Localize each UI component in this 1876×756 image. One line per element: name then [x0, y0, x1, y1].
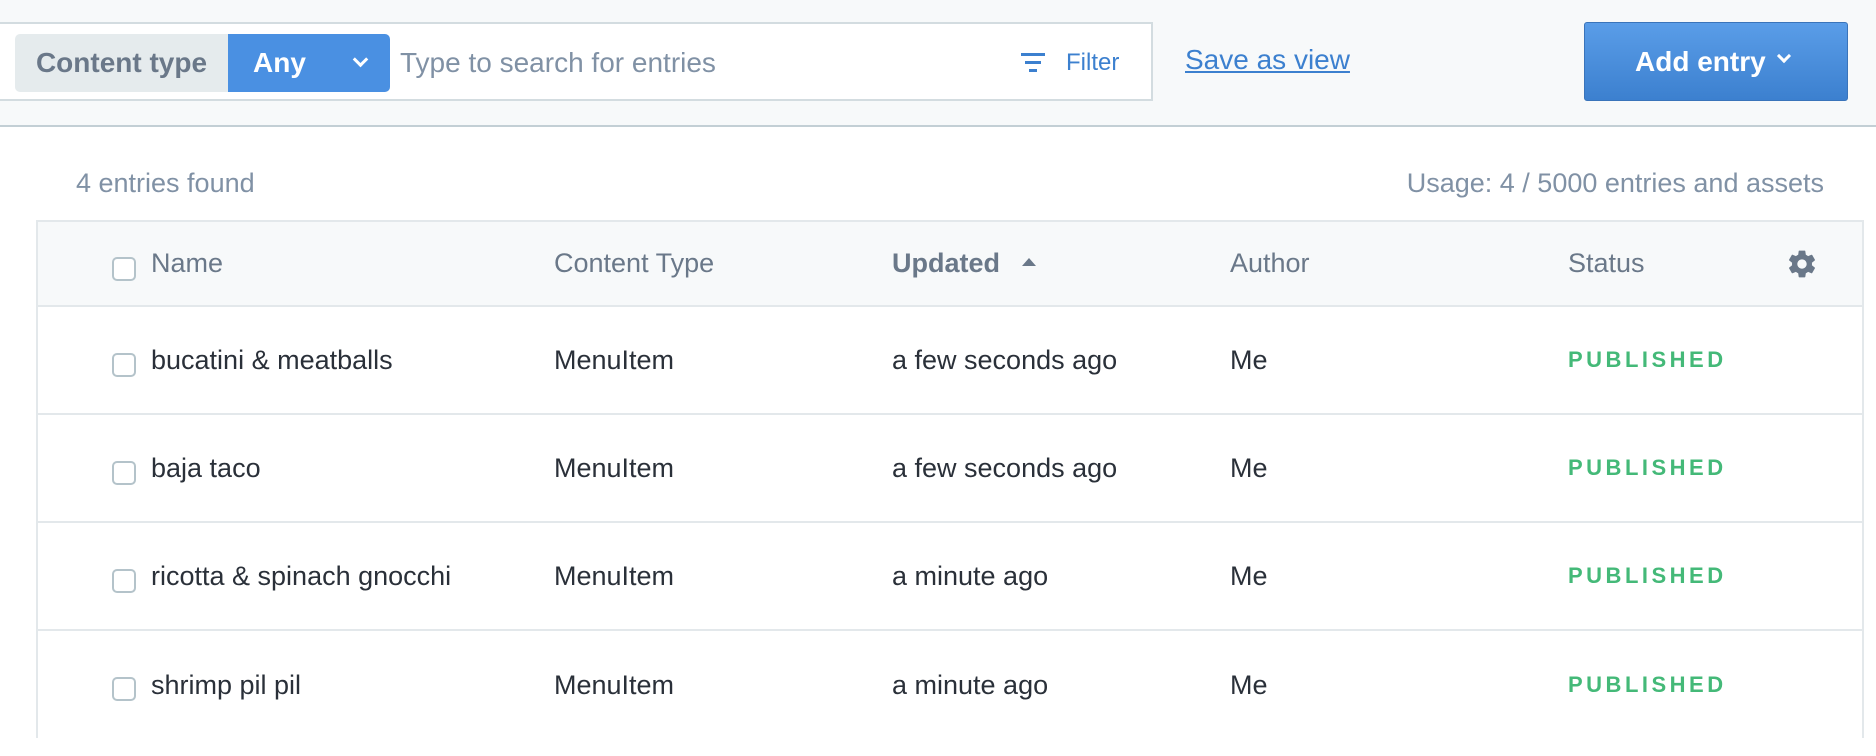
top-toolbar: Content type Any Filter Save as view Add… — [0, 0, 1876, 127]
entry-updated: a minute ago — [892, 560, 1049, 591]
sort-ascending-icon — [1022, 257, 1036, 266]
column-header-status[interactable]: Status — [1568, 222, 1645, 305]
usage-info: Usage: 4 / 5000 entries and assets — [1406, 168, 1824, 198]
save-as-view-link[interactable]: Save as view — [1185, 44, 1350, 76]
entry-content-type: MenuItem — [554, 669, 675, 700]
entry-author: Me — [1230, 452, 1268, 483]
status-badge: PUBLISHED — [1568, 563, 1727, 588]
status-badge: PUBLISHED — [1568, 672, 1727, 697]
column-header-content-type[interactable]: Content Type — [554, 222, 714, 305]
table-row[interactable]: shrimp pil pil MenuItem a minute ago Me … — [38, 631, 1862, 739]
entry-author: Me — [1230, 344, 1268, 375]
entry-name[interactable]: bucatini & meatballs — [151, 307, 393, 413]
table-row[interactable]: baja taco MenuItem a few seconds ago Me … — [38, 415, 1862, 523]
status-badge: PUBLISHED — [1568, 347, 1727, 372]
add-entry-button[interactable]: Add entry — [1584, 22, 1848, 101]
gear-icon[interactable] — [1786, 248, 1818, 280]
column-header-updated-label: Updated — [892, 248, 1000, 278]
status-badge: PUBLISHED — [1568, 455, 1727, 480]
entries-table: Name Content Type Updated Author Status … — [36, 220, 1864, 739]
filter-button[interactable]: Filter — [1020, 42, 1119, 84]
entries-count: 4 entries found — [76, 168, 255, 198]
select-all-checkbox[interactable] — [112, 257, 136, 281]
entry-name[interactable]: shrimp pil pil — [151, 631, 301, 739]
entry-name[interactable]: baja taco — [151, 415, 261, 521]
entry-name[interactable]: ricotta & spinach gnocchi — [151, 523, 451, 629]
table-row[interactable]: ricotta & spinach gnocchi MenuItem a min… — [38, 523, 1862, 631]
entry-author: Me — [1230, 560, 1268, 591]
row-checkbox[interactable] — [112, 677, 136, 701]
chevron-down-icon — [1776, 48, 1792, 64]
table-row[interactable]: bucatini & meatballs MenuItem a few seco… — [38, 307, 1862, 415]
column-header-updated[interactable]: Updated — [892, 222, 1036, 305]
content-type-select[interactable]: Any — [228, 34, 390, 92]
filter-icon — [1020, 52, 1046, 74]
entry-updated: a minute ago — [892, 669, 1049, 700]
filter-label: Filter — [1066, 49, 1120, 76]
add-entry-label: Add entry — [1635, 45, 1766, 77]
column-header-name[interactable]: Name — [151, 222, 223, 305]
search-bar: Content type Any Filter — [0, 22, 1153, 101]
search-input[interactable] — [400, 36, 1000, 90]
entry-updated: a few seconds ago — [892, 452, 1118, 483]
content-type-value: Any — [253, 47, 306, 78]
entry-author: Me — [1230, 669, 1268, 700]
entry-content-type: MenuItem — [554, 344, 675, 375]
chevron-down-icon — [352, 51, 369, 68]
content-type-label: Content type — [15, 34, 228, 92]
entry-content-type: MenuItem — [554, 560, 675, 591]
table-header: Name Content Type Updated Author Status — [38, 222, 1862, 307]
row-checkbox[interactable] — [112, 461, 136, 485]
entry-updated: a few seconds ago — [892, 344, 1118, 375]
row-checkbox[interactable] — [112, 353, 136, 377]
row-checkbox[interactable] — [112, 569, 136, 593]
entry-content-type: MenuItem — [554, 452, 675, 483]
column-header-author[interactable]: Author — [1230, 222, 1310, 305]
